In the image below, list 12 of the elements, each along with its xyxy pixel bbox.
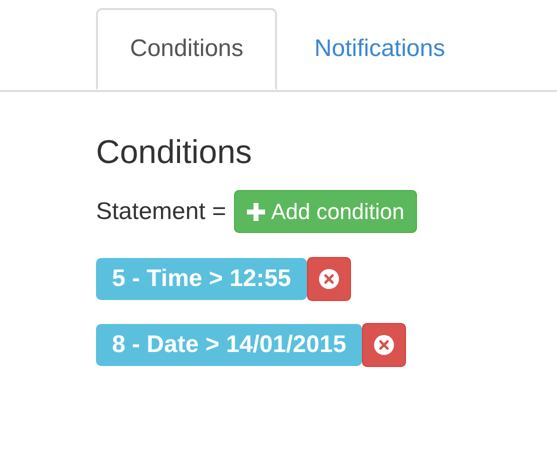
plus-icon xyxy=(247,202,266,220)
statement-label: Statement = xyxy=(96,196,226,226)
remove-icon xyxy=(374,335,394,355)
condition-label: 5 - Time > 12:55 xyxy=(96,258,307,300)
remove-icon xyxy=(319,269,339,289)
add-condition-button[interactable]: Add condition xyxy=(234,190,418,233)
tab[interactable]: Conditions xyxy=(96,8,278,90)
section-heading: Conditions xyxy=(96,132,252,172)
remove-button[interactable] xyxy=(307,257,351,301)
tab[interactable]: Notifications xyxy=(277,8,482,90)
condition-label: 8 - Date > 14/01/2015 xyxy=(96,324,362,366)
remove-button[interactable] xyxy=(362,323,406,367)
